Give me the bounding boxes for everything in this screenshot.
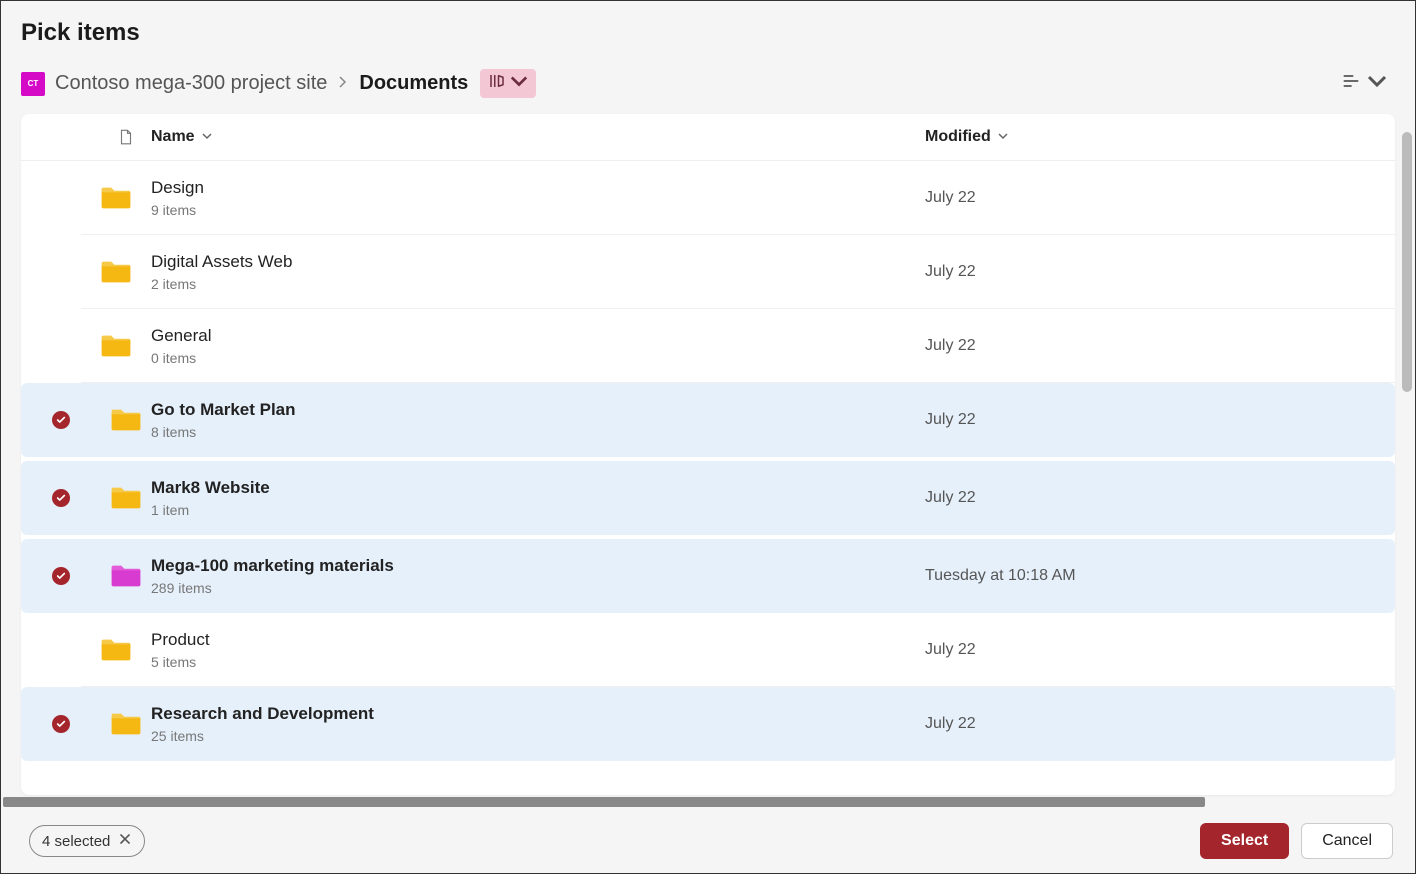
item-name: Mega-100 marketing materials	[151, 555, 394, 577]
item-modified: July 22	[925, 337, 976, 355]
folder-icon	[81, 332, 151, 360]
item-name: Mark8 Website	[151, 477, 270, 499]
list-item[interactable]: Design 9 items July 22	[21, 161, 1395, 235]
chevron-right-icon	[337, 75, 349, 93]
modified-column-label: Modified	[925, 128, 991, 146]
item-subtext: 289 items	[151, 580, 394, 596]
library-type-badge[interactable]	[480, 69, 536, 98]
item-name: Design	[151, 177, 204, 199]
list-item[interactable]: Digital Assets Web 2 items July 22	[21, 235, 1395, 309]
chevron-down-icon	[201, 130, 213, 145]
chevron-down-icon	[510, 72, 528, 95]
list-header: Name Modified	[21, 114, 1395, 161]
folder-icon	[81, 184, 151, 212]
item-modified: July 22	[925, 489, 976, 507]
site-logo: CT	[21, 72, 45, 96]
item-name: Go to Market Plan	[151, 399, 296, 421]
modified-column-header[interactable]: Modified	[925, 128, 1395, 146]
item-name: Product	[151, 629, 210, 651]
list-item[interactable]: General 0 items July 22	[21, 309, 1395, 383]
item-subtext: 9 items	[151, 202, 204, 218]
breadcrumb-current[interactable]: Documents	[359, 72, 468, 95]
item-subtext: 1 item	[151, 502, 270, 518]
folder-icon	[101, 406, 151, 434]
item-modified: July 22	[925, 411, 976, 429]
list-item[interactable]: Mark8 Website 1 item July 22	[21, 461, 1395, 535]
name-column-header[interactable]: Name	[151, 128, 925, 146]
breadcrumb-site[interactable]: Contoso mega-300 project site	[55, 72, 327, 95]
list-item[interactable]: Go to Market Plan 8 items July 22	[21, 383, 1395, 457]
chevron-down-icon	[997, 130, 1009, 145]
item-modified: Tuesday at 10:18 AM	[925, 567, 1076, 585]
folder-icon	[101, 484, 151, 512]
library-icon	[488, 72, 506, 95]
vertical-scrollbar[interactable]	[1402, 132, 1412, 392]
folder-icon	[101, 562, 151, 590]
file-list: Name Modified Design 9 items July 22	[21, 114, 1395, 795]
item-subtext: 8 items	[151, 424, 296, 440]
item-subtext: 5 items	[151, 654, 210, 670]
item-subtext: 0 items	[151, 350, 211, 366]
list-item[interactable]: Mega-100 marketing materials 289 items T…	[21, 539, 1395, 613]
view-options-button[interactable]	[1333, 67, 1395, 100]
chevron-down-icon	[1367, 71, 1387, 96]
cancel-button[interactable]: Cancel	[1301, 823, 1393, 859]
list-item[interactable]: Research and Development 25 items July 2…	[21, 687, 1395, 761]
item-name: General	[151, 325, 211, 347]
item-name: Research and Development	[151, 703, 374, 725]
clear-selection-button[interactable]	[118, 832, 132, 850]
list-body[interactable]: Design 9 items July 22 Digital Assets We…	[21, 161, 1395, 795]
selected-check-icon[interactable]	[52, 715, 70, 733]
selected-check-icon[interactable]	[52, 489, 70, 507]
dialog-title: Pick items	[21, 19, 1395, 47]
item-subtext: 25 items	[151, 728, 374, 744]
item-name: Digital Assets Web	[151, 251, 292, 273]
item-modified: July 22	[925, 263, 976, 281]
folder-icon	[81, 636, 151, 664]
dialog-header: Pick items	[1, 1, 1415, 57]
folder-icon	[81, 258, 151, 286]
list-view-icon	[1341, 71, 1361, 96]
horizontal-scrollbar[interactable]	[3, 797, 1205, 807]
breadcrumb-row: CT Contoso mega-300 project site Documen…	[1, 57, 1415, 114]
item-modified: July 22	[925, 715, 976, 733]
selected-check-icon[interactable]	[52, 411, 70, 429]
item-subtext: 2 items	[151, 276, 292, 292]
list-item[interactable]: Product 5 items July 22	[21, 613, 1395, 687]
name-column-label: Name	[151, 128, 195, 146]
item-modified: July 22	[925, 641, 976, 659]
item-modified: July 22	[925, 189, 976, 207]
selection-count-label: 4 selected	[42, 833, 110, 850]
selection-count-pill: 4 selected	[29, 825, 145, 857]
folder-icon	[101, 710, 151, 738]
selected-check-icon[interactable]	[52, 567, 70, 585]
dialog-footer: 4 selected Select Cancel	[1, 807, 1415, 873]
select-button[interactable]: Select	[1200, 823, 1289, 859]
file-type-column-icon[interactable]	[101, 128, 151, 146]
